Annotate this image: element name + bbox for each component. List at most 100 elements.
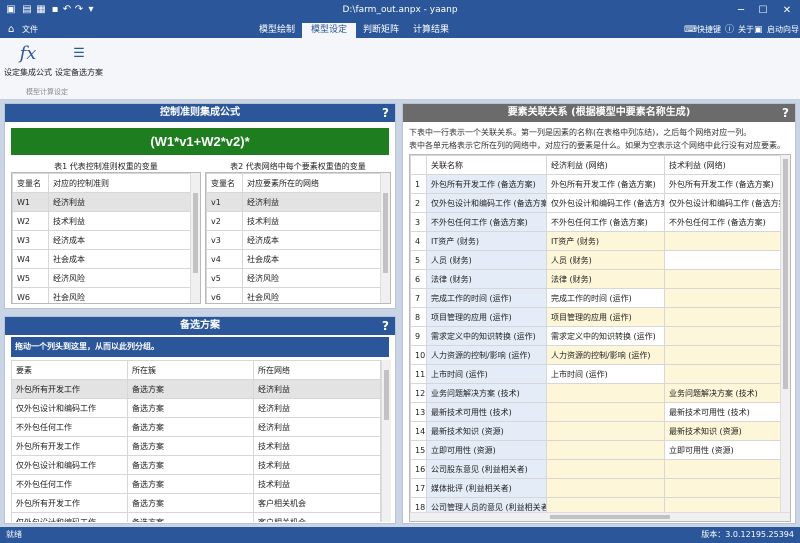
tab-model-settings[interactable]: 模型设定 (302, 23, 356, 38)
table-row[interactable]: 外包所有开发工作 备选方案 经济利益 (11, 379, 381, 399)
scrollbar-thumb[interactable] (550, 515, 670, 519)
table-row[interactable]: W6 社会风险 (12, 287, 192, 303)
table-cell[interactable]: 业务问题解决方案 (技术) (664, 383, 782, 403)
table-cell[interactable]: 不外包任何工作 (备选方案) (664, 212, 782, 232)
table-row[interactable]: v3 经济成本 (206, 230, 382, 250)
table-header[interactable]: 变量名 (206, 173, 243, 193)
tab-judgment-matrix[interactable]: 判断矩阵 (356, 23, 406, 38)
table-cell[interactable] (664, 231, 782, 251)
table-row[interactable]: 外包所有开发工作 备选方案 技术利益 (11, 436, 381, 456)
table-header[interactable]: 变量名 (12, 173, 49, 193)
table-cell[interactable] (546, 383, 665, 403)
table-header[interactable]: 对应要素所在的网络 (242, 173, 382, 193)
table-row[interactable]: 14 最新技术知识 (资源) 最新技术知识 (资源) (410, 421, 782, 441)
scrollbar-thumb[interactable] (783, 159, 788, 389)
table-row[interactable]: v2 技术利益 (206, 211, 382, 231)
table-cell[interactable] (664, 459, 782, 479)
table-row[interactable]: 13 最新技术可用性 (技术) 最新技术可用性 (技术) (410, 402, 782, 422)
table-row[interactable]: 4 IT资产 (财务) IT资产 (财务) (410, 231, 782, 251)
table-cell[interactable]: 不外包任何工作 (备选方案) (546, 212, 665, 232)
table-cell[interactable]: 仅外包设计和编码工作 (备选方案) (546, 193, 665, 213)
table-cell[interactable]: 人员 (财务) (546, 250, 665, 270)
table-cell[interactable]: 法律 (财务) (546, 269, 665, 289)
table2-scrollbar[interactable] (380, 173, 390, 303)
table-cell[interactable] (664, 364, 782, 384)
table-cell[interactable]: 完成工作的时间 (运作) (546, 288, 665, 308)
table-row[interactable]: 1 外包所有开发工作 (备选方案) 外包所有开发工作 (备选方案) 外包所有开发工作 … (410, 174, 782, 194)
table-row[interactable]: v1 经济利益 (206, 192, 382, 212)
table-row[interactable]: 外包所有开发工作 备选方案 客户相关机会 (11, 493, 381, 513)
table-cell[interactable]: 上市时间 (运作) (546, 364, 665, 384)
table-cell[interactable] (664, 288, 782, 308)
table-row[interactable]: v4 社会成本 (206, 249, 382, 269)
help-icon[interactable]: ? (782, 104, 789, 122)
table-header[interactable]: 技术利益 (网络) (664, 155, 782, 175)
table-row[interactable]: 17 媒体批评 (利益相关者) (410, 478, 782, 498)
table-row[interactable]: W4 社会成本 (12, 249, 192, 269)
table-row[interactable]: 不外包任何工作 备选方案 技术利益 (11, 474, 381, 494)
table-cell[interactable] (664, 326, 782, 346)
table-cell[interactable] (664, 307, 782, 327)
table-cell[interactable]: 外包所有开发工作 (备选方案) (546, 174, 665, 194)
minimize-icon[interactable]: ─ (730, 2, 752, 20)
table-row[interactable]: 12 业务问题解决方案 (技术) 业务问题解决方案 (技术) (410, 383, 782, 403)
group-by-drop-area[interactable]: 拖动一个列头到这里，从而以此列分组。 (11, 337, 389, 357)
wizard-menu[interactable]: ▣ 启动向导 (754, 24, 799, 36)
table-row[interactable]: 仅外包设计和编码工作 备选方案 技术利益 (11, 455, 381, 475)
integration-formula[interactable]: (W1*v1+W2*v2)*(W3*v3+W4*v4)/(W5*v5+W6*v6… (11, 128, 389, 176)
table-cell[interactable]: 外包所有开发工作 (备选方案) (664, 174, 782, 194)
table-cell[interactable]: 项目管理的应用 (运作) (546, 307, 665, 327)
table-cell[interactable] (546, 440, 665, 460)
table-row[interactable]: 16 公司股东意见 (利益相关者) (410, 459, 782, 479)
table-cell[interactable]: 立即可用性 (资源) (664, 440, 782, 460)
table-row[interactable]: 仅外包设计和编码工作 备选方案 客户相关机会 (11, 512, 381, 522)
table-row[interactable]: 15 立即可用性 (资源) 立即可用性 (资源) (410, 440, 782, 460)
table-cell[interactable] (664, 478, 782, 498)
table-row[interactable]: 3 不外包任何工作 (备选方案) 不外包任何工作 (备选方案) 不外包任何工作 (备选… (410, 212, 782, 232)
table-cell[interactable] (546, 459, 665, 479)
help-icon[interactable]: ? (382, 104, 389, 122)
file-menu[interactable]: ⌂ 文件 (8, 24, 38, 36)
tab-model-draw[interactable]: 模型绘制 (252, 23, 302, 38)
table-row[interactable]: 10 人力资源的控制/影响 (运作) 人力资源的控制/影响 (运作) (410, 345, 782, 365)
table-cell[interactable] (546, 478, 665, 498)
table-row[interactable]: 8 项目管理的应用 (运作) 项目管理的应用 (运作) (410, 307, 782, 327)
tab-results[interactable]: 计算结果 (406, 23, 456, 38)
table-cell[interactable] (664, 269, 782, 289)
table-row[interactable]: 5 人员 (财务) 人员 (财务) (410, 250, 782, 270)
table-row[interactable]: v5 经济风险 (206, 268, 382, 288)
set-alternatives-button[interactable]: ☰ 设定备选方案 (54, 41, 104, 81)
table-row[interactable]: 6 法律 (财务) 法律 (财务) (410, 269, 782, 289)
table-cell[interactable] (664, 250, 782, 270)
table-header[interactable]: 所在网络 (253, 360, 381, 380)
scrollbar-thumb[interactable] (384, 370, 389, 420)
table-cell[interactable]: 需求定义中的知识转换 (运作) (546, 326, 665, 346)
table-row[interactable]: 不外包任何工作 备选方案 经济利益 (11, 417, 381, 437)
table-row[interactable]: 9 需求定义中的知识转换 (运作) 需求定义中的知识转换 (运作) (410, 326, 782, 346)
maximize-icon[interactable]: ☐ (752, 2, 774, 20)
table-row[interactable]: 2 仅外包设计和编码工作 (备选方案) 仅外包设计和编码工作 (备选方案) 仅外包设计… (410, 193, 782, 213)
about-menu[interactable]: ⓘ 关于 (725, 24, 754, 36)
table-cell[interactable] (546, 421, 665, 441)
table-header[interactable]: 要素 (11, 360, 128, 380)
table-cell[interactable] (546, 402, 665, 422)
table-row[interactable]: W1 经济利益 (12, 192, 192, 212)
table-row[interactable]: W2 技术利益 (12, 211, 192, 231)
table-header[interactable]: 经济利益 (网络) (546, 155, 665, 175)
set-formula-button[interactable]: fx 设定集成公式 (4, 41, 52, 81)
table-cell[interactable] (664, 345, 782, 365)
table-header[interactable]: 关联名称 (426, 155, 547, 175)
table-row[interactable]: 7 完成工作的时间 (运作) 完成工作的时间 (运作) (410, 288, 782, 308)
table-row[interactable]: W5 经济风险 (12, 268, 192, 288)
table-cell[interactable]: IT资产 (财务) (546, 231, 665, 251)
help-icon[interactable]: ? (382, 317, 389, 335)
shortcuts-menu[interactable]: ⌨ 快捷键 (684, 24, 721, 36)
table-cell[interactable]: 最新技术知识 (资源) (664, 421, 782, 441)
close-icon[interactable]: ✕ (776, 2, 798, 20)
table-cell[interactable]: 人力资源的控制/影响 (运作) (546, 345, 665, 365)
relations-hscrollbar[interactable] (410, 512, 790, 521)
table-row[interactable]: 仅外包设计和编码工作 备选方案 经济利益 (11, 398, 381, 418)
table-cell[interactable]: 仅外包设计和编码工作 (备选方案) (664, 193, 782, 213)
table-row[interactable]: W3 经济成本 (12, 230, 192, 250)
alternatives-scrollbar[interactable] (381, 360, 391, 522)
